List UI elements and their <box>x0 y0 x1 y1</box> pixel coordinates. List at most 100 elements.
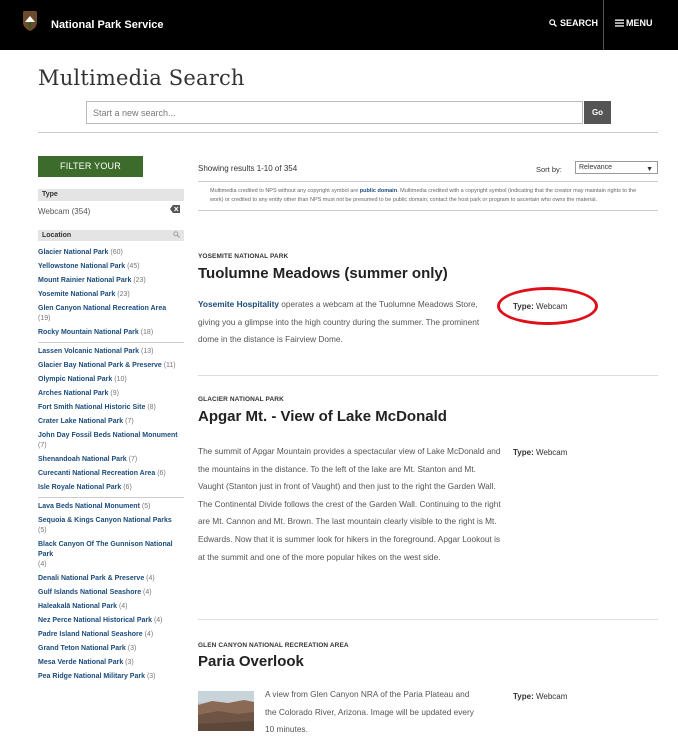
location-count: (5) <box>141 503 151 510</box>
location-count: (4) <box>153 617 163 624</box>
location-filter-item[interactable]: Mount Rainier National Park (23) <box>38 274 184 288</box>
location-count: (9) <box>110 390 119 397</box>
location-filter-item[interactable]: Arches National Park (9) <box>38 387 184 401</box>
result-title[interactable]: Paria Overlook <box>198 653 304 670</box>
location-filter-item[interactable]: Glacier National Park (60) <box>38 246 184 260</box>
go-button[interactable]: Go <box>584 101 611 124</box>
menu-button[interactable]: MENU <box>615 18 653 28</box>
location-filter-item[interactable]: John Day Fossil Beds National Monument (… <box>38 429 184 453</box>
location-name: Glacier Bay National Park & Preserve <box>38 362 162 369</box>
copyright-notice: Multimedia credited to NPS without any c… <box>198 181 658 211</box>
location-name: Mount Rainier National Park <box>38 277 132 284</box>
result-description: A view from Glen Canyon NRA of the Paria… <box>265 689 474 735</box>
location-filter-item[interactable]: Grand Teton National Park (3) <box>38 642 184 656</box>
result-divider <box>198 619 658 620</box>
location-name: Mesa Verde National Park <box>38 659 124 666</box>
results-count: Showing results 1-10 of 354 <box>198 164 298 173</box>
location-name: Nez Perce National Historical Park <box>38 617 152 624</box>
location-search-icon[interactable] <box>173 231 180 238</box>
type-value: Webcam <box>535 692 568 701</box>
location-filter-item[interactable]: Shenandoah National Park (7) <box>38 453 184 467</box>
location-filter-item[interactable]: Glen Canyon National Recreation Area (19… <box>38 302 184 326</box>
location-count: (23) <box>117 291 130 298</box>
location-filter-item[interactable]: Padre Island National Seashore (4) <box>38 628 184 642</box>
location-name: Crater Lake National Park <box>38 418 124 425</box>
search-input[interactable] <box>86 101 583 124</box>
sort-select[interactable]: Relevance ▼ <box>575 161 658 174</box>
location-filter-item[interactable]: Haleakalā National Park (4) <box>38 600 184 614</box>
location-name: Curecanti National Recreation Area <box>38 470 156 477</box>
clear-filter-icon[interactable] <box>170 205 180 213</box>
brand-link[interactable]: National Park Service <box>51 19 164 31</box>
location-filter-item[interactable]: Yosemite National Park (23) <box>38 288 184 302</box>
location-filter-item[interactable]: Olympic National Park (10) <box>38 373 184 387</box>
location-count: (3) <box>127 645 137 652</box>
public-domain-link[interactable]: public domain <box>360 188 397 194</box>
filter-results-button[interactable]: FILTER YOUR RESULTS <box>38 156 143 192</box>
result-title[interactable]: Apgar Mt. - View of Lake McDonald <box>198 408 447 425</box>
location-name: John Day Fossil Beds National Monument <box>38 432 178 439</box>
caret-down-icon: ▼ <box>646 166 653 173</box>
location-name: Pea Ridge National Military Park <box>38 673 145 680</box>
location-count: (4) <box>144 631 154 638</box>
location-name: Lassen Volcanic National Park <box>38 348 140 355</box>
sort-label: Sort by: <box>536 165 562 174</box>
location-filter-item[interactable]: Black Canyon Of The Gunnison National Pa… <box>38 538 184 572</box>
result-park-label[interactable]: GLEN CANYON NATIONAL RECREATION AREA <box>198 642 349 649</box>
location-filter-item[interactable]: Denali National Park & Preserve (4) <box>38 572 184 586</box>
location-filter-item[interactable]: Nez Perce National Historical Park (4) <box>38 614 184 628</box>
location-count: (6) <box>123 484 132 491</box>
result-type: Type: Webcam <box>513 448 567 457</box>
type-filter-heading[interactable]: Type <box>38 189 184 201</box>
page-title: Multimedia Search <box>38 66 245 90</box>
result-title[interactable]: Tuolumne Meadows (summer only) <box>198 265 448 282</box>
location-filter-item[interactable]: Yellowstone National Park (45) <box>38 260 184 274</box>
location-count: (23) <box>133 277 146 284</box>
result-description: Yosemite Hospitality operates a webcam a… <box>198 296 500 349</box>
result-description: The summit of Apgar Mountain provides a … <box>198 446 501 562</box>
location-count: (4) <box>146 575 155 582</box>
location-count: (7) <box>125 418 134 425</box>
nps-arrowhead-icon[interactable] <box>22 10 38 32</box>
location-count: (45) <box>127 263 140 270</box>
search-nav-button[interactable]: SEARCH <box>549 18 598 28</box>
result-link[interactable]: Yosemite Hospitality <box>198 299 279 309</box>
location-filter-heading[interactable]: Location <box>38 230 184 241</box>
location-count: (3) <box>125 659 134 666</box>
location-filter-item[interactable]: Lassen Volcanic National Park (13) <box>38 345 184 359</box>
result-park-label[interactable]: GLACIER NATIONAL PARK <box>198 396 284 403</box>
type-label: Type: <box>513 692 534 701</box>
location-count: (8) <box>147 404 156 411</box>
result-park-label[interactable]: YOSEMITE NATIONAL PARK <box>198 253 288 260</box>
location-name: Fort Smith National Historic Site <box>38 404 146 411</box>
location-count: (4) <box>38 561 47 568</box>
location-filter-item[interactable]: Sequoia & Kings Canyon National Parks (5… <box>38 514 184 538</box>
location-filter-item[interactable]: Curecanti National Recreation Area (6) <box>38 467 184 481</box>
location-name: Glen Canyon National Recreation Area <box>38 305 167 312</box>
location-name: Rocky Mountain National Park <box>38 329 139 336</box>
location-filter-item[interactable]: Gulf Islands National Seashore (4) <box>38 586 184 600</box>
header-divider <box>38 132 658 133</box>
type-label: Type: <box>513 448 534 457</box>
type-value: Webcam <box>535 448 568 457</box>
location-filter-item[interactable]: Glacier Bay National Park & Preserve (11… <box>38 359 184 373</box>
location-filter-item[interactable]: Mesa Verde National Park (3) <box>38 656 184 670</box>
location-count: (13) <box>140 348 154 355</box>
location-name: Haleakalā National Park <box>38 603 117 610</box>
location-filter-item[interactable]: Crater Lake National Park (7) <box>38 415 184 429</box>
menu-label: MENU <box>626 18 653 28</box>
location-count: (18) <box>140 329 154 336</box>
location-filter-item[interactable]: Pea Ridge National Military Park (3) <box>38 670 184 684</box>
location-filter-item[interactable]: Lava Beds National Monument (5) <box>38 500 184 514</box>
location-name: Arches National Park <box>38 390 109 397</box>
location-filter-item[interactable]: Fort Smith National Historic Site (8) <box>38 401 184 415</box>
location-name: Lava Beds National Monument <box>38 503 140 510</box>
location-filter-item[interactable]: Rocky Mountain National Park (18) <box>38 326 184 343</box>
location-name: Shenandoah National Park <box>38 456 127 463</box>
annotation-circle <box>497 287 598 325</box>
location-count: (7) <box>128 456 138 463</box>
result-type: Type: Webcam <box>513 692 567 701</box>
location-name: Sequoia & Kings Canyon National Parks <box>38 517 172 524</box>
result-thumbnail[interactable] <box>198 691 254 731</box>
location-filter-item[interactable]: Isle Royale National Park (6) <box>38 481 184 498</box>
